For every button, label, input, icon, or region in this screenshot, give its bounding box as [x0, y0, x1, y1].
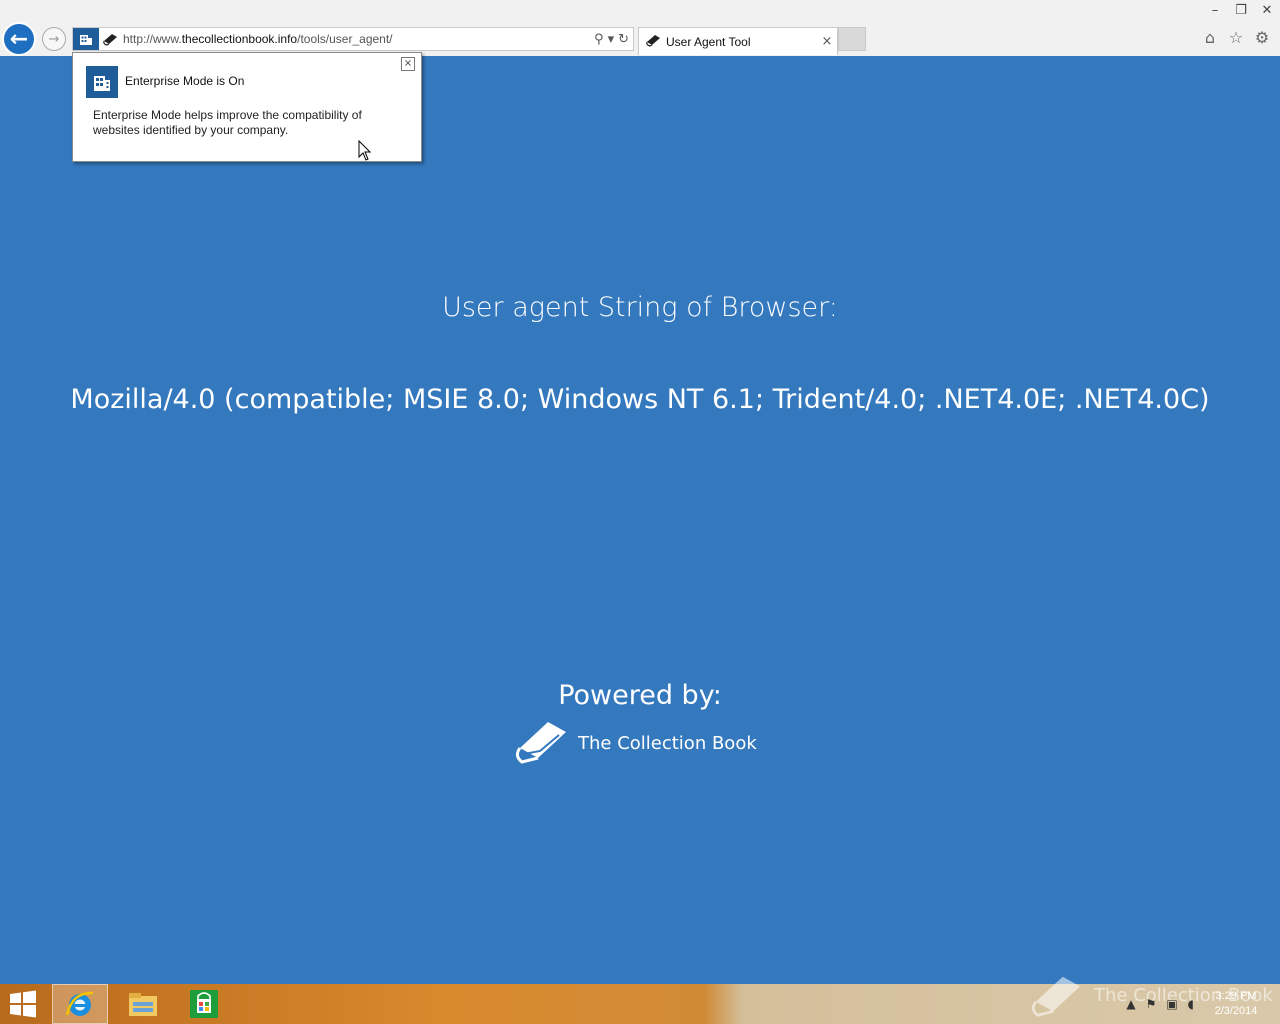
book-logo-icon	[514, 718, 568, 768]
taskbar-file-explorer[interactable]	[115, 984, 171, 1024]
new-tab-button[interactable]	[838, 27, 866, 51]
brand-link[interactable]: The Collection Book	[514, 718, 757, 768]
clock-time: 3:29 PM	[1215, 990, 1257, 1002]
back-button[interactable]: ←	[2, 22, 36, 56]
page-heading: User agent String of Browser:	[442, 292, 838, 323]
volume-icon[interactable]: ◖	[1188, 997, 1194, 1011]
url-path: /tools/user_agent/	[297, 32, 393, 46]
tab-favicon-icon	[645, 32, 661, 51]
folder-icon	[129, 993, 157, 1016]
url-host: thecollectionbook.info	[181, 32, 298, 46]
popup-title: Enterprise Mode is On	[125, 74, 245, 88]
forward-arrow-icon: →	[48, 31, 60, 47]
url-prefix: http://www.	[123, 32, 182, 46]
network-icon[interactable]: ▣	[1166, 997, 1177, 1011]
internet-explorer-icon	[65, 991, 94, 1016]
dropdown-icon[interactable]: ▾	[608, 32, 615, 47]
page-content: User agent String of Browser: Mozilla/4.…	[2, 56, 1278, 982]
minimize-button[interactable]: –	[1202, 0, 1228, 20]
brand-name: The Collection Book	[578, 732, 757, 754]
search-icon[interactable]: ⚲	[594, 32, 604, 47]
windows-logo-icon	[10, 990, 36, 1018]
refresh-icon[interactable]: ↻	[618, 32, 629, 47]
popup-body: Enterprise Mode helps improve the compat…	[93, 108, 362, 137]
action-center-flag-icon[interactable]: ⚑	[1146, 997, 1157, 1011]
start-button[interactable]	[8, 990, 38, 1018]
tab-close-icon[interactable]: ×	[817, 34, 837, 49]
forward-button[interactable]: →	[42, 27, 66, 51]
restore-button[interactable]: ❐	[1228, 0, 1254, 20]
powered-by-label: Powered by:	[558, 680, 722, 711]
enterprise-mode-icon[interactable]	[73, 28, 99, 50]
favorites-star-icon[interactable]: ☆	[1226, 28, 1246, 47]
system-tray: ▲ ⚑ ▣ ◖ 3:29 PM 2/3/2014	[1126, 984, 1280, 1024]
popup-close-icon[interactable]: ×	[401, 57, 415, 71]
watermark-book-icon	[1031, 976, 1081, 1017]
back-arrow-icon: ←	[9, 26, 29, 52]
store-bag-icon	[190, 990, 218, 1018]
tab-title: User Agent Tool	[666, 34, 751, 49]
taskbar: The Collection Book ▲ ⚑ ▣ ◖ 3:29 PM 2/3/…	[0, 976, 1280, 1024]
settings-gear-icon[interactable]: ⚙	[1252, 28, 1272, 47]
mouse-cursor-icon	[358, 139, 372, 166]
window-controls: – ❐ ✕	[1202, 0, 1280, 22]
taskbar-store[interactable]	[176, 984, 232, 1024]
enterprise-building-icon	[86, 66, 118, 98]
browser-chrome: – ❐ ✕ ← → http://www.thecollectionbook.i	[0, 0, 1280, 56]
show-hidden-icons-icon[interactable]: ▲	[1126, 997, 1135, 1011]
address-bar[interactable]: http://www.thecollectionbook.info/tools/…	[72, 27, 634, 51]
tab-user-agent-tool[interactable]: User Agent Tool ×	[638, 27, 838, 55]
home-icon[interactable]: ⌂	[1200, 28, 1220, 47]
taskbar-internet-explorer[interactable]	[52, 984, 108, 1024]
clock-date: 2/3/2014	[1214, 1005, 1258, 1017]
address-tools: ⚲ ▾ ↻	[594, 28, 629, 50]
url-text[interactable]: http://www.thecollectionbook.info/tools/…	[123, 32, 393, 46]
user-agent-string: Mozilla/4.0 (compatible; MSIE 8.0; Windo…	[70, 384, 1210, 415]
clock[interactable]: 3:29 PM 2/3/2014	[1206, 989, 1266, 1019]
tray-icons: ▲ ⚑ ▣ ◖	[1126, 997, 1194, 1011]
close-window-button[interactable]: ✕	[1254, 0, 1280, 20]
toolbar-right: ⌂ ☆ ⚙	[1200, 28, 1272, 47]
site-favicon-icon	[99, 28, 121, 50]
